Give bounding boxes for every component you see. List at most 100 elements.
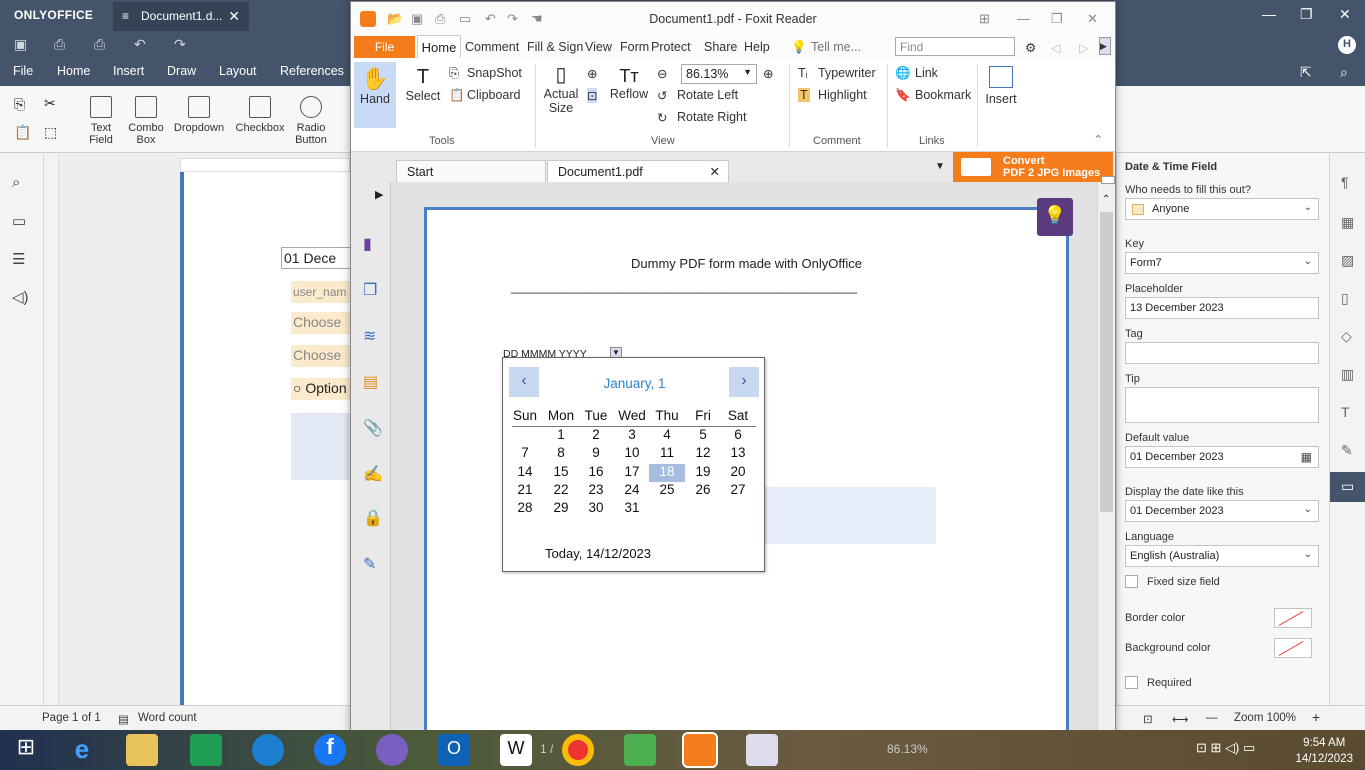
redo-icon[interactable]: ↷ (174, 36, 186, 53)
minimize-icon[interactable]: — (1262, 6, 1276, 22)
menu-share[interactable]: Share (704, 40, 737, 54)
word-count[interactable]: Word count (138, 712, 197, 724)
default-value-input[interactable]: 01 December 2023 ▦ (1125, 446, 1319, 468)
print-icon[interactable]: ⎙ (54, 36, 65, 53)
find-icon[interactable]: ⌕ (12, 174, 20, 191)
speech-icon[interactable]: ◁) (12, 288, 29, 306)
menu-references[interactable]: References (280, 64, 344, 78)
tab-list-icon[interactable]: ▼ (935, 161, 945, 172)
menu-view[interactable]: View (585, 40, 612, 54)
menu-protect[interactable]: Protect (651, 40, 691, 54)
word-count-icon[interactable]: ▤ (118, 712, 129, 726)
calendar-day[interactable]: 6 (720, 427, 756, 445)
calendar-day[interactable]: 12 (685, 445, 721, 463)
calendar-day[interactable]: 15 (543, 464, 579, 482)
cut-icon[interactable]: ✂ (44, 95, 56, 112)
zoom-in-icon[interactable]: ⊕ (763, 66, 773, 81)
zoom-out-icon[interactable]: — (1206, 712, 1218, 724)
wikipedia-icon[interactable]: W (500, 734, 532, 766)
quick-print-icon[interactable]: ⎙ (94, 36, 105, 53)
hand-button[interactable]: ✋ Hand (354, 62, 396, 128)
start-icon[interactable]: ⊞ (10, 734, 42, 766)
tag-input[interactable] (1125, 342, 1319, 364)
tip-input[interactable] (1125, 387, 1319, 423)
excel-icon[interactable] (190, 734, 222, 766)
oo-document-tab[interactable]: ≡ Document1.d... ✕ (113, 2, 249, 31)
menu-form[interactable]: Form (620, 40, 649, 54)
tip-bulb-icon[interactable]: 💡 (1037, 198, 1073, 236)
header-footer-icon[interactable]: ▯ (1341, 290, 1349, 307)
text-art-icon[interactable]: T (1341, 404, 1350, 420)
calendar-day[interactable]: 2 (578, 427, 614, 445)
clipboard-button[interactable]: Clipboard (467, 88, 521, 102)
border-color-picker[interactable] (1274, 608, 1312, 628)
select-button[interactable]: T Select (403, 62, 443, 128)
placeholder-input[interactable]: 13 December 2023 (1125, 297, 1319, 319)
zoom-select[interactable]: 86.13% ▼ (681, 64, 757, 84)
calendar-day[interactable]: 27 (720, 482, 756, 500)
thumbnails-icon[interactable]: ❐ (363, 280, 377, 300)
edge-icon[interactable] (252, 734, 284, 766)
calendar-day[interactable]: 26 (685, 482, 721, 500)
file-explorer-icon[interactable] (126, 734, 158, 766)
menu-fill-sign[interactable]: Fill & Sign (527, 40, 583, 54)
outlook-icon[interactable]: O (438, 734, 470, 766)
checkbox-button[interactable]: Checkbox (234, 96, 286, 134)
system-tray-icons[interactable]: ⊡ ⊞ ◁) ▭ (1196, 740, 1255, 756)
calendar-day[interactable]: 8 (543, 445, 579, 463)
form-fields-icon[interactable]: ✎ (363, 554, 376, 574)
fit-width-icon[interactable]: ⊡ (587, 88, 598, 103)
select-all-icon[interactable]: ⬚ (44, 124, 57, 141)
calendar-day[interactable]: 16 (578, 464, 614, 482)
security-icon[interactable]: 🔒 (363, 508, 383, 528)
menu-layout[interactable]: Layout (219, 64, 257, 78)
calendar-day[interactable]: 14 (507, 464, 543, 482)
internet-explorer-icon[interactable]: e (66, 734, 98, 766)
next-month-button[interactable]: › (729, 367, 759, 397)
chart-icon[interactable]: ▥ (1341, 366, 1354, 383)
undo-icon[interactable]: ↶ (134, 36, 146, 53)
text-area-field[interactable] (291, 413, 351, 480)
menu-home[interactable]: Home (57, 64, 90, 78)
paragraph-icon[interactable]: ¶ (1341, 174, 1349, 190)
calendar-day[interactable]: 17 (614, 464, 650, 482)
scroll-split-handle[interactable] (1101, 176, 1115, 184)
zoom-out-icon[interactable]: ⊖ (657, 66, 667, 81)
close-icon[interactable]: ✕ (1087, 11, 1098, 27)
rotate-right-button[interactable]: Rotate Right (677, 110, 746, 124)
calendar-day[interactable]: 30 (578, 500, 614, 518)
attachments-icon[interactable]: 📎 (363, 418, 383, 438)
form-settings-tab[interactable]: ▭ (1330, 472, 1365, 502)
calendar-day[interactable]: 13 (720, 445, 756, 463)
maximize-icon[interactable]: ❐ (1300, 6, 1313, 23)
reflow-button[interactable]: Tт Reflow (609, 66, 649, 101)
table-icon[interactable]: ▦ (1341, 214, 1354, 231)
layout-icon[interactable]: ⊞ (979, 11, 990, 27)
tab-start[interactable]: Start (396, 160, 546, 182)
minimize-icon[interactable]: — (1017, 11, 1030, 26)
tab-document[interactable]: Document1.pdf ✕ (547, 160, 729, 182)
calendar-day[interactable]: 10 (614, 445, 650, 463)
calendar-day[interactable]: 19 (685, 464, 721, 482)
layers-app-icon[interactable] (624, 734, 656, 766)
close-tab-icon[interactable]: ✕ (228, 8, 240, 25)
calendar-day[interactable]: 21 (507, 482, 543, 500)
required-checkbox[interactable] (1125, 676, 1138, 689)
fit-page-icon[interactable]: ⊡ (1143, 712, 1153, 726)
calendar-day[interactable]: 22 (543, 482, 579, 500)
calendar-day[interactable]: 3 (614, 427, 650, 445)
collapse-ribbon-icon[interactable]: ⌃ (1093, 132, 1103, 147)
calendar-day[interactable]: 7 (507, 445, 543, 463)
expand-panel-icon[interactable]: ▶ (375, 188, 383, 201)
typewriter-button[interactable]: Typewriter (818, 66, 876, 80)
link-button[interactable]: Link (915, 66, 938, 80)
calendar-day[interactable]: 11 (649, 445, 685, 463)
restore-icon[interactable]: ❐ (1051, 11, 1063, 27)
bookmark-button[interactable]: Bookmark (915, 88, 971, 102)
navigation-icon[interactable]: ☰ (12, 250, 25, 268)
scroll-up-icon[interactable]: ⌃ (1102, 194, 1110, 205)
settings-icon[interactable]: ⚙ (1025, 40, 1036, 55)
image-icon[interactable]: ▨ (1341, 252, 1354, 269)
insert-button[interactable]: Insert (983, 66, 1019, 106)
prev-icon[interactable]: ◁ (1051, 40, 1061, 55)
